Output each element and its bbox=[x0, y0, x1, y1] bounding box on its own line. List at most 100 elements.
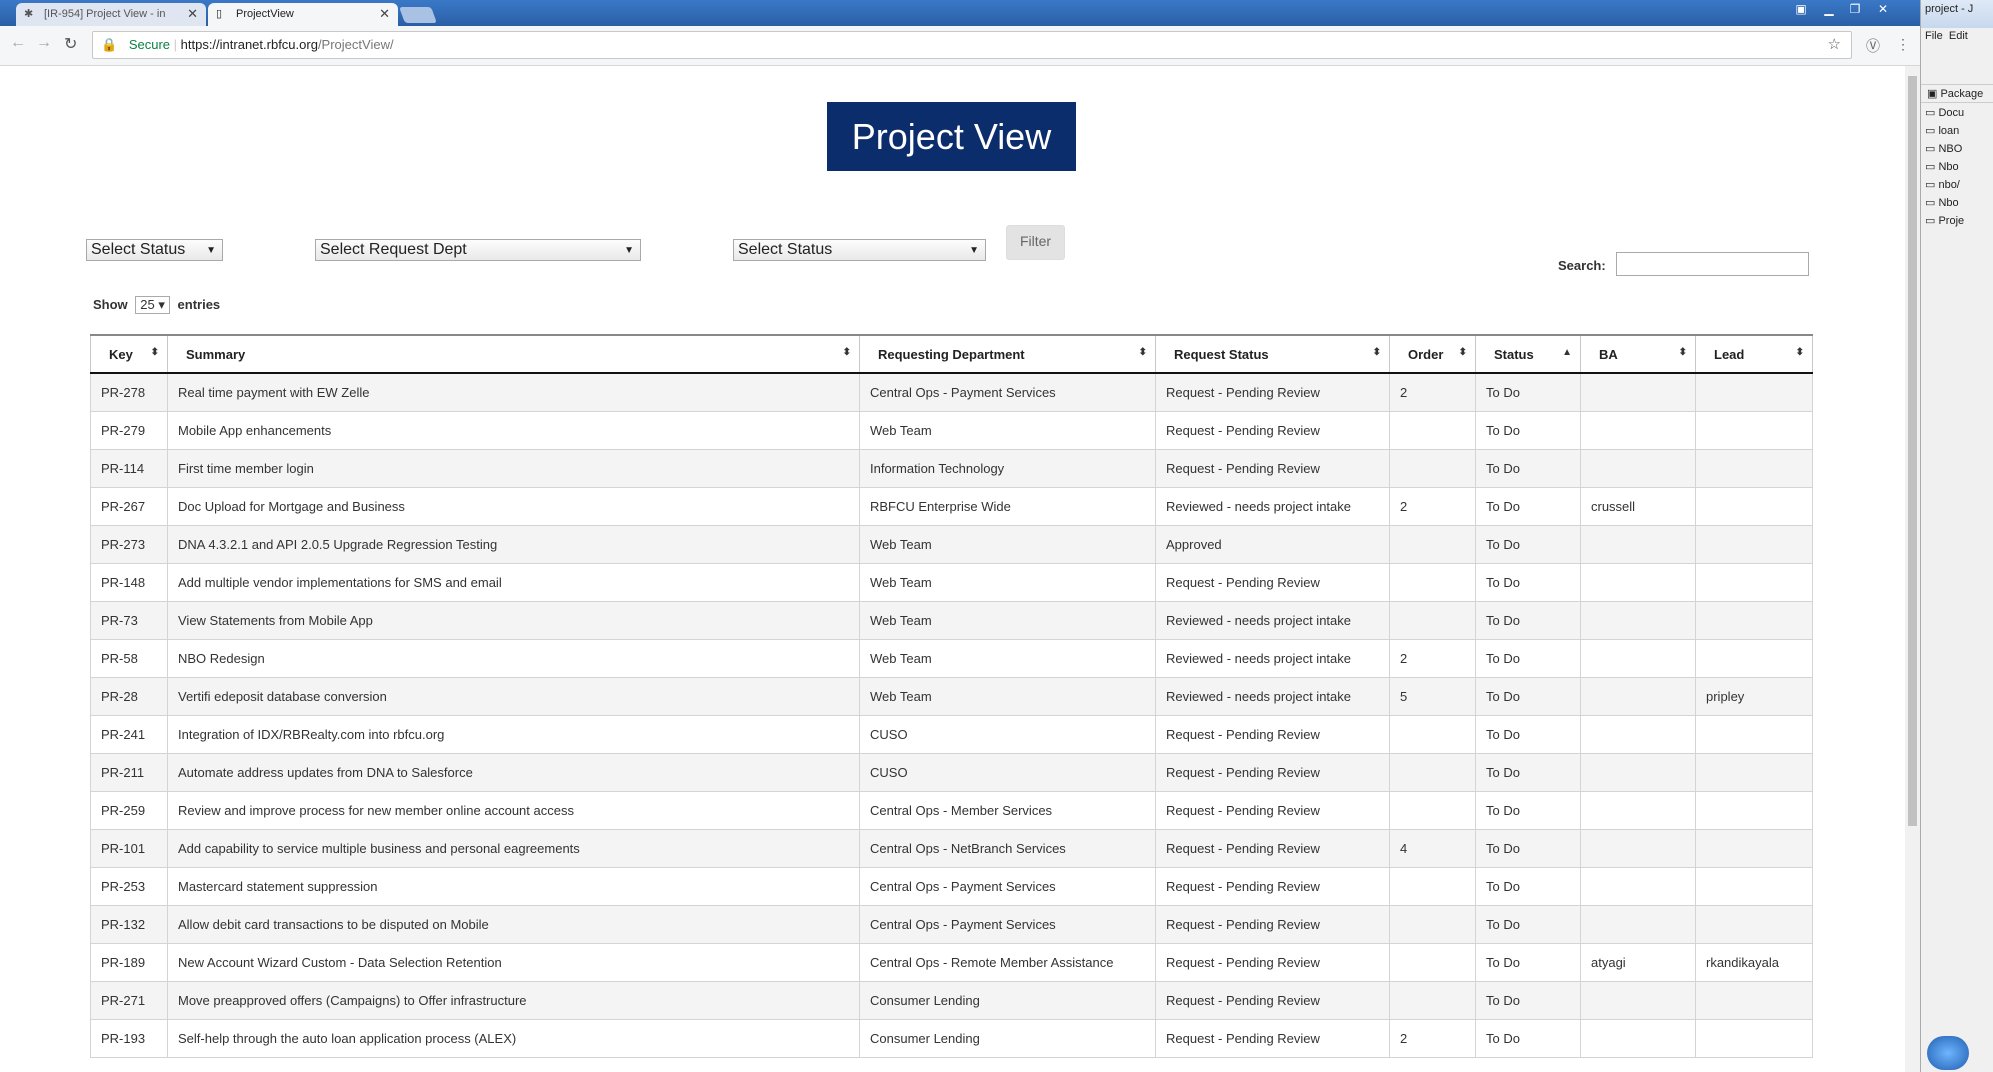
table-row[interactable]: PR-73 View Statements from Mobile App Web … bbox=[90, 600, 1813, 640]
cell-status: To Do bbox=[1475, 524, 1581, 564]
package-tree-item[interactable]: ▭ Docu bbox=[1925, 106, 1964, 119]
column-label: Order bbox=[1408, 346, 1444, 362]
table-row[interactable]: PR-279 Mobile App enhancements Web Team Req… bbox=[90, 410, 1813, 450]
table-row[interactable]: PR-193 Self-help through the auto loan ap… bbox=[90, 1018, 1813, 1058]
bookmark-star-icon[interactable]: ☆ bbox=[1828, 32, 1841, 58]
secure-label: Secure bbox=[128, 37, 171, 52]
show-prefix: Show bbox=[93, 297, 128, 312]
column-header-status[interactable]: Status ▲ bbox=[1475, 334, 1581, 374]
forward-icon[interactable]: → bbox=[36, 34, 52, 52]
close-tab-icon[interactable]: ✕ bbox=[187, 6, 198, 22]
windows-start-icon[interactable] bbox=[1927, 1036, 1969, 1070]
cell-order bbox=[1389, 714, 1476, 754]
cell-request-status: Reviewed - needs project intake bbox=[1155, 486, 1390, 526]
package-tree-item[interactable]: ▭ Proje bbox=[1925, 214, 1964, 227]
cell-ba: crussell bbox=[1580, 486, 1696, 526]
close-tab-icon[interactable]: ✕ bbox=[379, 6, 390, 22]
column-header-requesting-department[interactable]: Requesting Department ⬍ bbox=[859, 334, 1156, 374]
table-row[interactable]: PR-132 Allow debit card transactions to b… bbox=[90, 904, 1813, 944]
package-tree-item[interactable]: ▭ NBO bbox=[1925, 142, 1962, 155]
sort-icon: ⬍ bbox=[1678, 347, 1687, 358]
user-icon[interactable]: ▣ bbox=[1788, 0, 1814, 20]
status-select-1[interactable]: Select Status ▼ bbox=[86, 239, 223, 261]
cell-request-status: Request - Pending Review bbox=[1155, 980, 1390, 1020]
cell-lead bbox=[1695, 486, 1813, 526]
table-row[interactable]: PR-278 Real time payment with EW Zelle Cen… bbox=[90, 372, 1813, 412]
scrollbar-thumb[interactable] bbox=[1908, 76, 1917, 826]
browser-menu-icon[interactable]: ⋮ bbox=[1896, 36, 1910, 53]
package-tree-item[interactable]: ▭ Nbo bbox=[1925, 196, 1959, 209]
cell-requesting-department: RBFCU Enterprise Wide bbox=[859, 486, 1156, 526]
cell-order bbox=[1389, 904, 1476, 944]
table-row[interactable]: PR-114 First time member login Information… bbox=[90, 448, 1813, 488]
minimize-icon[interactable]: ▁ bbox=[1816, 0, 1842, 20]
cell-requesting-department: Web Team bbox=[859, 524, 1156, 564]
table-row[interactable]: PR-267 Doc Upload for Mortgage and Busine… bbox=[90, 486, 1813, 526]
cell-requesting-department: Central Ops - Remote Member Assistance bbox=[859, 942, 1156, 982]
new-tab-button[interactable] bbox=[399, 7, 437, 23]
column-label: Requesting Department bbox=[878, 346, 1025, 362]
restore-icon[interactable]: ❐ bbox=[1842, 0, 1868, 20]
reload-icon[interactable]: ↻ bbox=[64, 34, 77, 54]
ide-menu-edit[interactable]: Edit bbox=[1949, 30, 1968, 42]
cell-requesting-department: Consumer Lending bbox=[859, 980, 1156, 1020]
cell-ba bbox=[1580, 904, 1696, 944]
package-tree-item[interactable]: ▭ Nbo bbox=[1925, 160, 1959, 173]
search-input[interactable] bbox=[1616, 252, 1809, 276]
cell-summary: Mobile App enhancements bbox=[167, 410, 860, 450]
cell-status: To Do bbox=[1475, 980, 1581, 1020]
request-dept-select[interactable]: Select Request Dept ▼ bbox=[315, 239, 641, 261]
address-bar[interactable]: 🔒 Secure | https://intranet.rbfcu.org/Pr… bbox=[92, 31, 1852, 59]
chevron-down-icon: ▼ bbox=[206, 245, 216, 256]
table-row[interactable]: PR-28 Vertifi edeposit database conversio… bbox=[90, 676, 1813, 716]
table-row[interactable]: PR-58 NBO Redesign Web Team Reviewed - need… bbox=[90, 638, 1813, 678]
cell-ba bbox=[1580, 372, 1696, 412]
back-icon[interactable]: ← bbox=[10, 34, 26, 52]
cell-lead bbox=[1695, 714, 1813, 754]
table-row[interactable]: PR-148 Add multiple vendor implementation… bbox=[90, 562, 1813, 602]
cell-order: 2 bbox=[1389, 638, 1476, 678]
page-scrollbar[interactable] bbox=[1905, 66, 1920, 1072]
table-row[interactable]: PR-253 Mastercard statement suppression Ce… bbox=[90, 866, 1813, 906]
ide-menu-file[interactable]: File bbox=[1925, 30, 1943, 42]
cell-summary: Vertifi edeposit database conversion bbox=[167, 676, 860, 716]
cell-requesting-department: Central Ops - NetBranch Services bbox=[859, 828, 1156, 868]
cell-key: PR-73 bbox=[90, 600, 168, 640]
column-header-key[interactable]: Key ⬍ bbox=[90, 334, 168, 374]
table-row[interactable]: PR-271 Move preapproved offers (Campaigns… bbox=[90, 980, 1813, 1020]
jira-icon: ✱ bbox=[24, 8, 34, 20]
table-row[interactable]: PR-189 New Account Wizard Custom - Data S… bbox=[90, 942, 1813, 982]
column-label: Request Status bbox=[1174, 346, 1269, 362]
cell-requesting-department: Web Team bbox=[859, 562, 1156, 602]
filter-button[interactable]: Filter bbox=[1006, 225, 1065, 260]
package-tree-item[interactable]: ▭ nbo/ bbox=[1925, 178, 1960, 191]
table-row[interactable]: PR-259 Review and improve process for new… bbox=[90, 790, 1813, 830]
column-header-ba[interactable]: BA ⬍ bbox=[1580, 334, 1696, 374]
cell-order bbox=[1389, 752, 1476, 792]
browser-titlebar: ✱ [IR-954] Project View - in ✕ ▯ ProjectVi… bbox=[0, 0, 1920, 26]
cell-requesting-department: Web Team bbox=[859, 638, 1156, 678]
request-dept-select-value: Select Request Dept bbox=[320, 241, 467, 258]
column-header-order[interactable]: Order ⬍ bbox=[1389, 334, 1476, 374]
entries-length-select[interactable]: 25 ▾ bbox=[135, 296, 170, 314]
cell-status: To Do bbox=[1475, 866, 1581, 906]
column-header-request-status[interactable]: Request Status ⬍ bbox=[1155, 334, 1390, 374]
browser-tab-projectview[interactable]: ▯ ProjectView ✕ bbox=[208, 3, 398, 26]
package-tree-item[interactable]: ▭ loan bbox=[1925, 124, 1959, 137]
window-close-icon[interactable]: ✕ bbox=[1870, 0, 1896, 20]
table-row[interactable]: PR-101 Add capability to service multiple… bbox=[90, 828, 1813, 868]
table-row[interactable]: PR-241 Integration of IDX/RBRealty.com in… bbox=[90, 714, 1813, 754]
sort-icon: ⬍ bbox=[1138, 347, 1147, 358]
cell-requesting-department: Web Team bbox=[859, 676, 1156, 716]
cell-summary: DNA 4.3.2.1 and API 2.0.5 Upgrade Regres… bbox=[167, 524, 860, 564]
column-header-lead[interactable]: Lead ⬍ bbox=[1695, 334, 1813, 374]
table-row[interactable]: PR-211 Automate address updates from DNA … bbox=[90, 752, 1813, 792]
browser-tab-ir954[interactable]: ✱ [IR-954] Project View - in ✕ bbox=[16, 3, 206, 26]
cell-lead: rkandikayala bbox=[1695, 942, 1813, 982]
status-select-2[interactable]: Select Status ▼ bbox=[733, 239, 986, 261]
cell-requesting-department: Information Technology bbox=[859, 448, 1156, 488]
column-header-summary[interactable]: Summary ⬍ bbox=[167, 334, 860, 374]
cell-request-status: Approved bbox=[1155, 524, 1390, 564]
extension-icon[interactable]: Ⓥ bbox=[1866, 36, 1880, 56]
table-row[interactable]: PR-273 DNA 4.3.2.1 and API 2.0.5 Upgrade … bbox=[90, 524, 1813, 564]
